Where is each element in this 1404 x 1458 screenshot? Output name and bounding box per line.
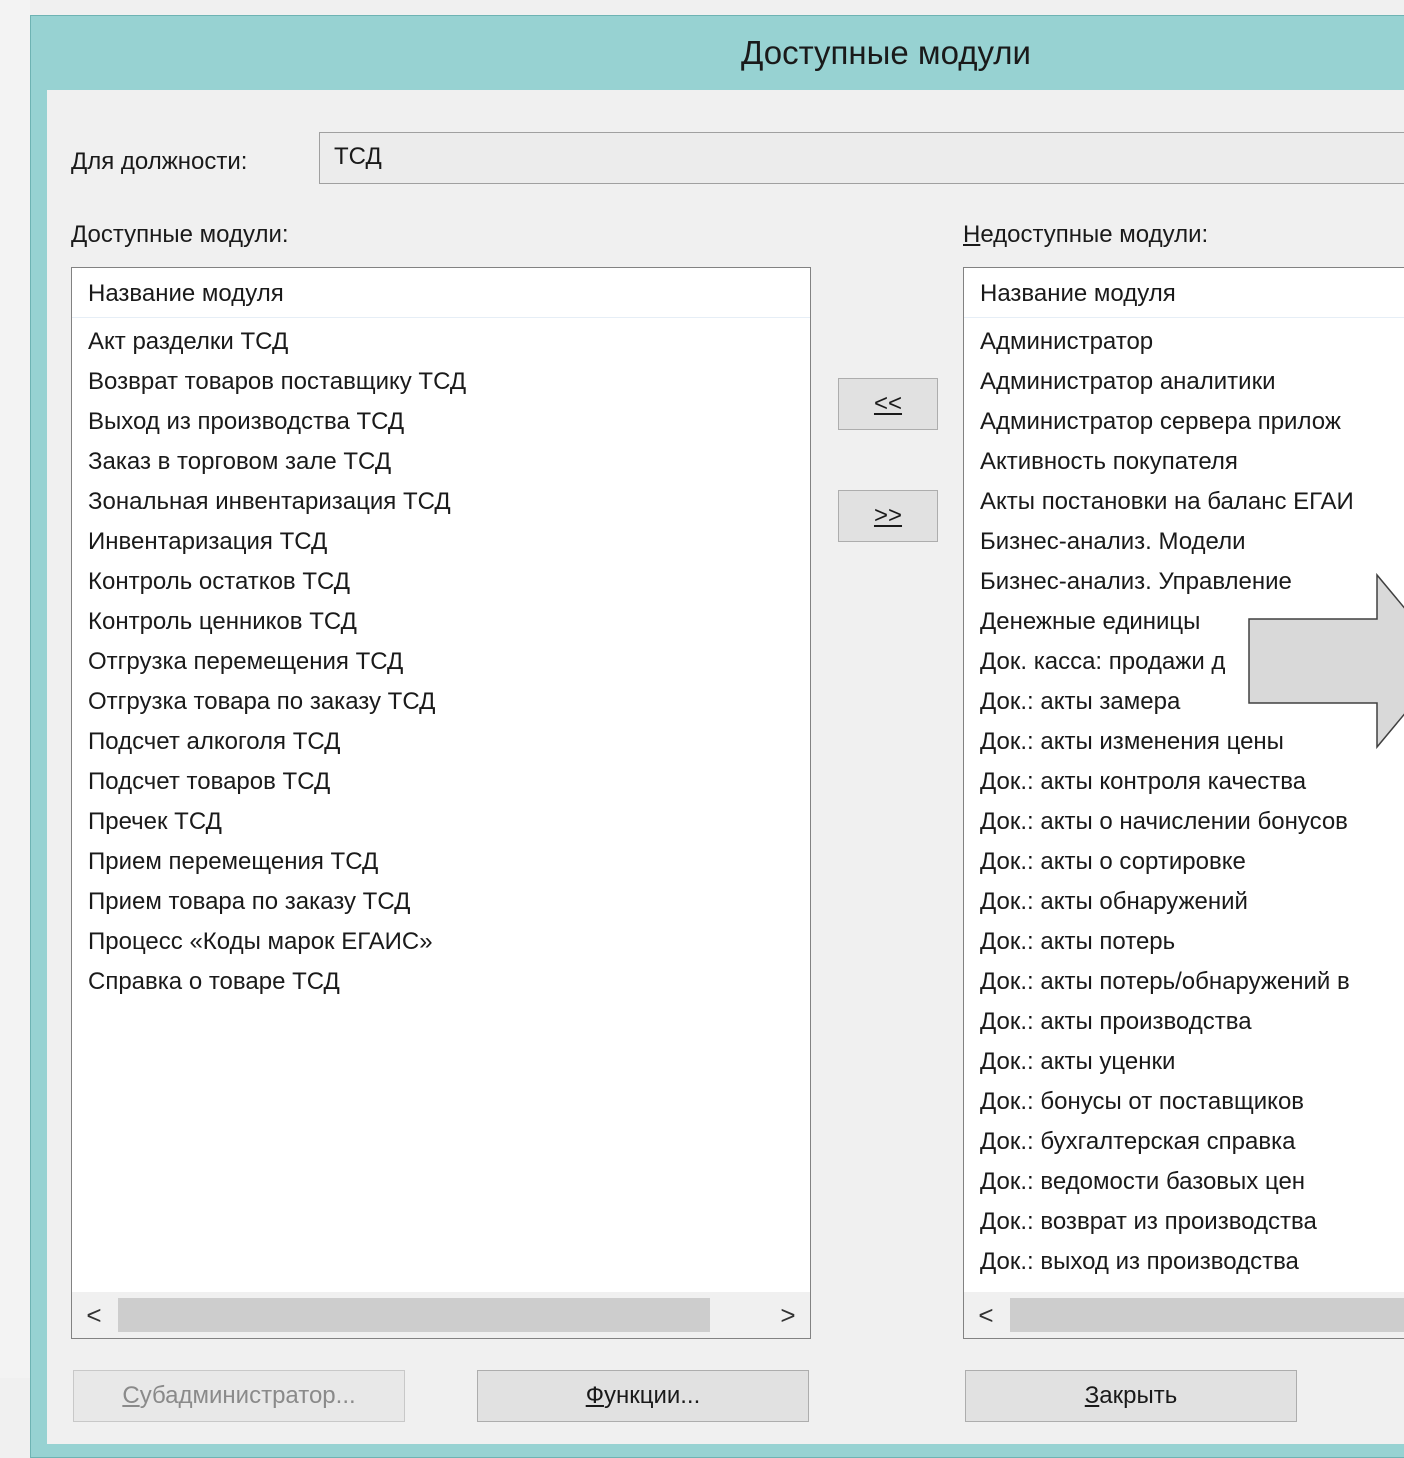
list-item[interactable]: Контроль ценников ТСД bbox=[72, 602, 810, 642]
list-item[interactable]: Отгрузка перемещения ТСД bbox=[72, 642, 810, 682]
list-item[interactable]: Процесс «Коды марок ЕГАИС» bbox=[72, 922, 810, 962]
dialog-body: Для должности: ТСД Доступные модули: Нед… bbox=[47, 90, 1404, 1444]
list-item[interactable]: Подсчет товаров ТСД bbox=[72, 762, 810, 802]
list-item[interactable]: Док.: акты о сортировке bbox=[964, 842, 1404, 882]
list-item[interactable]: Администратор аналитики bbox=[964, 362, 1404, 402]
list-item[interactable]: Акт разделки ТСД bbox=[72, 322, 810, 362]
right-arrow-callout-icon bbox=[1248, 572, 1404, 750]
list-item[interactable]: Выход из производства ТСД bbox=[72, 402, 810, 442]
list-item[interactable]: Док.: бухгалтерская справка bbox=[964, 1122, 1404, 1162]
list-item[interactable]: Инвентаризация ТСД bbox=[72, 522, 810, 562]
list-item[interactable]: Администратор bbox=[964, 322, 1404, 362]
list-item[interactable]: Док.: акты потерь bbox=[964, 922, 1404, 962]
list-item[interactable]: Док.: акты обнаружений bbox=[964, 882, 1404, 922]
window-title: Доступные модули bbox=[741, 34, 1031, 71]
list-item[interactable]: Активность покупателя bbox=[964, 442, 1404, 482]
list-item[interactable]: Прием перемещения ТСД bbox=[72, 842, 810, 882]
list-item[interactable]: Док.: ведомости базовых цен bbox=[964, 1162, 1404, 1202]
list-item[interactable]: Справка о товаре ТСД bbox=[72, 962, 810, 1002]
title-bar[interactable]: Доступные модули bbox=[31, 16, 1404, 89]
list-item[interactable]: Док.: выход из производства bbox=[964, 1242, 1404, 1282]
move-to-available-button[interactable]: << bbox=[838, 378, 938, 430]
list-item[interactable]: Отгрузка товара по заказу ТСД bbox=[72, 682, 810, 722]
scroll-thumb[interactable] bbox=[1010, 1298, 1404, 1332]
scroll-right-icon[interactable]: > bbox=[766, 1292, 810, 1338]
list-item[interactable]: Док.: бонусы от поставщиков bbox=[964, 1082, 1404, 1122]
functions-button[interactable]: Функции... bbox=[477, 1370, 809, 1422]
scroll-left-icon[interactable]: < bbox=[72, 1292, 116, 1338]
list-item[interactable]: Возврат товаров поставщику ТСД bbox=[72, 362, 810, 402]
list-item[interactable]: Акты постановки на баланс ЕГАИ bbox=[964, 482, 1404, 522]
list-item[interactable]: Пречек ТСД bbox=[72, 802, 810, 842]
list-item[interactable]: Док.: акты уценки bbox=[964, 1042, 1404, 1082]
unavailable-items-container: Администратор Администратор аналитики Адми… bbox=[964, 322, 1404, 1290]
list-item[interactable]: Контроль остатков ТСД bbox=[72, 562, 810, 602]
available-modules-list[interactable]: Название модуля Акт разделки ТСД Возврат … bbox=[71, 267, 811, 1339]
position-field[interactable]: ТСД bbox=[319, 132, 1404, 184]
list-item[interactable]: Док.: акты потерь/обнаружений в bbox=[964, 962, 1404, 1002]
background-panel bbox=[0, 0, 30, 1378]
available-items-container: Акт разделки ТСД Возврат товаров поставщи… bbox=[72, 322, 810, 1290]
available-modules-label: Доступные модули: bbox=[71, 221, 289, 248]
list-item[interactable]: Заказ в торговом зале ТСД bbox=[72, 442, 810, 482]
available-horizontal-scrollbar[interactable]: < > bbox=[72, 1292, 810, 1338]
unavailable-horizontal-scrollbar[interactable]: < bbox=[964, 1292, 1404, 1338]
list-item[interactable]: Зональная инвентаризация ТСД bbox=[72, 482, 810, 522]
list-item[interactable]: Док.: акты производства bbox=[964, 1002, 1404, 1042]
unavailable-modules-list[interactable]: Название модуля Администратор Администрат… bbox=[963, 267, 1404, 1339]
list-item[interactable]: Администратор сервера прилож bbox=[964, 402, 1404, 442]
move-to-unavailable-button[interactable]: >> bbox=[838, 490, 938, 542]
scroll-left-icon[interactable]: < bbox=[964, 1292, 1008, 1338]
list-item[interactable]: Подсчет алкоголя ТСД bbox=[72, 722, 810, 762]
position-label: Для должности: bbox=[71, 148, 248, 175]
subadministrator-button[interactable]: Субадминистратор... bbox=[73, 1370, 405, 1422]
modules-dialog: Доступные модули Для должности: ТСД Дост… bbox=[30, 15, 1404, 1458]
scroll-thumb[interactable] bbox=[118, 1298, 710, 1332]
list-item[interactable]: Док.: акты контроля качества bbox=[964, 762, 1404, 802]
unavailable-modules-label: Недоступные модули: bbox=[963, 221, 1209, 248]
list-item[interactable]: Док.: акты о начислении бонусов bbox=[964, 802, 1404, 842]
close-button[interactable]: Закрыть bbox=[965, 1370, 1297, 1422]
unavailable-column-header[interactable]: Название модуля bbox=[964, 268, 1404, 318]
list-item[interactable]: Бизнес-анализ. Модели bbox=[964, 522, 1404, 562]
available-column-header[interactable]: Название модуля bbox=[72, 268, 810, 318]
list-item[interactable]: Док.: возврат из производства bbox=[964, 1202, 1404, 1242]
list-item[interactable]: Прием товара по заказу ТСД bbox=[72, 882, 810, 922]
